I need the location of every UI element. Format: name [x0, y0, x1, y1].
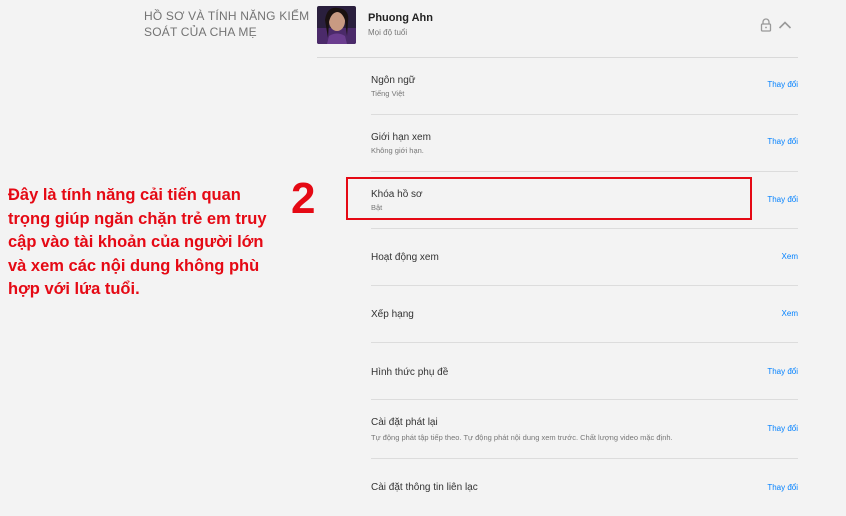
change-profile-lock-link[interactable]: Thay đổi — [767, 195, 798, 204]
setting-value: Tự động phát tập tiếp theo. Tự động phát… — [371, 433, 673, 442]
setting-row-viewing-restrictions: Giới hạn xem Không giới hạn. Thay đổi — [371, 115, 798, 172]
setting-label: Hoạt động xem — [371, 252, 439, 263]
profile-avatar[interactable] — [317, 6, 356, 44]
change-playback-link[interactable]: Thay đổi — [767, 424, 798, 433]
chevron-up-icon[interactable] — [778, 18, 792, 30]
view-ratings-link[interactable]: Xem — [782, 309, 798, 318]
profile-rating: Mọi độ tuổi — [368, 28, 408, 37]
annotation-number: 2 — [291, 174, 316, 223]
change-language-link[interactable]: Thay đổi — [767, 80, 798, 89]
setting-row-language: Ngôn ngữ Tiếng Việt Thay đổi — [371, 58, 798, 115]
profile-name: Phuong Ahn — [368, 12, 433, 24]
setting-label: Ngôn ngữ — [371, 75, 416, 86]
setting-label: Cài đặt thông tin liên lạc — [371, 482, 478, 493]
setting-row-viewing-activity: Hoạt động xem Xem — [371, 229, 798, 286]
change-communication-link[interactable]: Thay đổi — [767, 483, 798, 492]
change-subtitles-link[interactable]: Thay đổi — [767, 367, 798, 376]
view-activity-link[interactable]: Xem — [782, 252, 798, 261]
annotation-text: Đây là tính năng cải tiến quan trọng giú… — [8, 186, 267, 298]
setting-value: Tiếng Việt — [371, 89, 405, 98]
setting-label: Cài đặt phát lại — [371, 417, 438, 428]
setting-label: Giới hạn xem — [371, 132, 431, 143]
section-title: HỒ SƠ VÀ TÍNH NĂNG KIỂM SOÁT CỦA CHA MẸ — [144, 9, 310, 39]
lock-icon — [760, 18, 772, 32]
setting-row-subtitles: Hình thức phụ đề Thay đổi — [371, 343, 798, 400]
setting-row-ratings: Xếp hạng Xem — [371, 286, 798, 343]
setting-label: Xếp hạng — [371, 309, 414, 320]
highlight-box — [346, 177, 752, 220]
setting-label: Hình thức phụ đề — [371, 367, 449, 378]
setting-value: Không giới hạn. — [371, 146, 424, 155]
change-restrictions-link[interactable]: Thay đổi — [767, 137, 798, 146]
row-divider — [371, 399, 798, 400]
setting-row-communication: Cài đặt thông tin liên lạc Thay đổi — [371, 459, 798, 516]
setting-row-playback: Cài đặt phát lại Tự động phát tập tiếp t… — [371, 402, 798, 459]
